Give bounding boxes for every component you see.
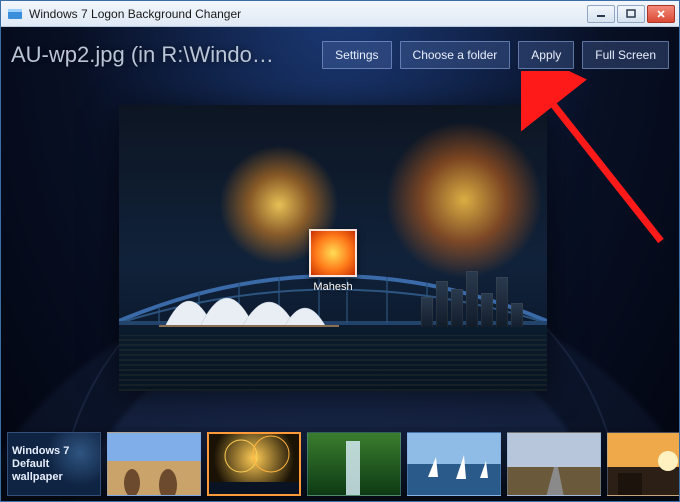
title-bar[interactable]: Windows 7 Logon Background Changer [1, 1, 679, 27]
apply-button[interactable]: Apply [518, 41, 574, 69]
thumbnail-boats[interactable] [407, 432, 501, 496]
thumbnail-default[interactable]: Windows 7 Default wallpaper [7, 432, 101, 496]
current-file-label: AU-wp2.jpg (in R:\Windo… [11, 42, 314, 68]
thumbnail-waterfall[interactable] [307, 432, 401, 496]
settings-button[interactable]: Settings [322, 41, 391, 69]
logon-user-card: Mahesh [305, 229, 361, 293]
minimize-button[interactable] [587, 5, 615, 23]
close-button[interactable] [647, 5, 675, 23]
preview-image: Mahesh [119, 105, 547, 391]
firework-icon [379, 115, 547, 285]
fullscreen-button[interactable]: Full Screen [582, 41, 669, 69]
thumbnail-fireworks[interactable] [207, 432, 301, 496]
window-title: Windows 7 Logon Background Changer [29, 7, 585, 21]
thumbnail-default-label: Windows 7 Default wallpaper [12, 445, 72, 484]
thumbnail-sunset[interactable] [607, 432, 679, 496]
thumbnail-strip[interactable]: Windows 7 Default wallpaper [1, 427, 679, 501]
water-reflection [119, 335, 547, 391]
app-window: Windows 7 Logon Background Changer AU-wp… [0, 0, 680, 502]
toolbar: AU-wp2.jpg (in R:\Windo… Settings Choose… [1, 33, 679, 77]
settings-button-label: Settings [335, 48, 378, 62]
user-avatar-icon [309, 229, 357, 277]
apply-button-label: Apply [531, 48, 561, 62]
thumbnail-road[interactable] [507, 432, 601, 496]
window-controls [585, 5, 675, 23]
client-area: AU-wp2.jpg (in R:\Windo… Settings Choose… [1, 27, 679, 501]
user-name-label: Mahesh [305, 281, 361, 293]
thumbnail-desert[interactable] [107, 432, 201, 496]
skyline-icon [421, 263, 541, 333]
app-icon [7, 6, 23, 22]
choose-folder-button-label: Choose a folder [413, 48, 498, 62]
maximize-button[interactable] [617, 5, 645, 23]
choose-folder-button[interactable]: Choose a folder [400, 41, 511, 69]
fullscreen-button-label: Full Screen [595, 48, 656, 62]
